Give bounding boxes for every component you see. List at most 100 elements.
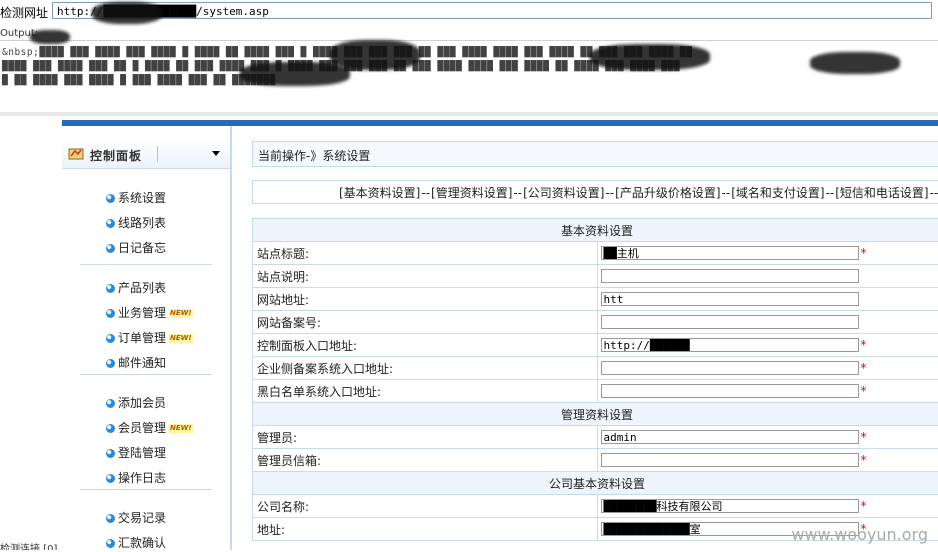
text-field[interactable] xyxy=(601,384,859,398)
control-panel-icon xyxy=(68,146,84,160)
sidebar-item-label: 日记备忘 xyxy=(118,241,166,255)
field-cell: * xyxy=(597,380,938,403)
required-marker: * xyxy=(861,338,867,352)
new-badge: NEW! xyxy=(169,334,193,343)
form-row: 网站备案号: xyxy=(253,311,938,334)
menu-group-divider xyxy=(80,489,212,490)
sidebar-item[interactable]: 系统设置 xyxy=(106,189,166,207)
tab-separator: -- xyxy=(722,186,731,200)
settings-tab[interactable]: [域名和支付设置] xyxy=(731,186,824,200)
field-label: 站点标题: xyxy=(253,242,598,265)
field-label: 黑白名单系统入口地址: xyxy=(253,380,598,403)
field-label: 网站地址: xyxy=(253,288,598,311)
required-marker: * xyxy=(861,453,867,467)
field-cell: http://██████* xyxy=(597,334,938,357)
form-row: 网站地址:htt xyxy=(253,288,938,311)
sidebar-item-label: 操作日志 xyxy=(118,471,166,485)
redaction-mark xyxy=(30,30,70,44)
form-row: 站点说明: xyxy=(253,265,938,288)
bullet-icon xyxy=(106,194,115,203)
tab-separator: -- xyxy=(826,186,835,200)
sidebar-item-label: 登陆管理 xyxy=(118,446,166,460)
bullet-icon xyxy=(106,244,115,253)
bullet-icon xyxy=(106,284,115,293)
text-field[interactable] xyxy=(601,453,859,467)
form-row: 控制面板入口地址:http://██████* xyxy=(253,334,938,357)
bullet-icon xyxy=(106,309,115,318)
settings-tabs: [基本资料设置]--[管理资料设置]--[公司资料设置]--[产品升级价格设置]… xyxy=(252,180,938,204)
text-field[interactable] xyxy=(601,269,859,283)
field-cell: * xyxy=(597,357,938,380)
sidebar-item[interactable]: 操作日志 xyxy=(106,469,166,487)
field-cell: admin* xyxy=(597,426,938,449)
text-field[interactable]: ████████科技有限公司 xyxy=(601,499,859,513)
detector-toolbar: 检测网址 http://██████████████/system.asp Ou… xyxy=(0,0,938,112)
control-panel-header[interactable]: 控制面板 xyxy=(62,140,230,169)
url-label: 检测网址 xyxy=(0,4,48,21)
redaction-mark xyxy=(810,52,900,74)
menu-group-divider xyxy=(80,264,212,265)
field-label: 站点说明: xyxy=(253,265,598,288)
settings-tab[interactable]: [基本资料设置] xyxy=(339,186,420,200)
sidebar-item-label: 线路列表 xyxy=(118,216,166,230)
text-field[interactable]: htt xyxy=(601,292,859,306)
sidebar-item-label: 系统设置 xyxy=(118,191,166,205)
sidebar-item[interactable]: 添加会员 xyxy=(106,394,166,412)
sidebar-item[interactable]: 邮件通知 xyxy=(106,354,166,372)
section-header-row: 基本资料设置 xyxy=(253,219,938,242)
sidebar: 控制面板 系统设置线路列表日记备忘产品列表业务管理NEW!订单管理NEW!邮件通… xyxy=(62,126,232,550)
section-title: 管理资料设置 xyxy=(253,403,938,426)
section-title: 公司基本资料设置 xyxy=(253,472,938,495)
text-field[interactable] xyxy=(601,315,859,329)
text-field[interactable]: ██主机 xyxy=(601,246,859,260)
output-area[interactable]: &nbsp;████ ███ ████ ███ ████ █ ████ ██ █… xyxy=(0,40,938,111)
required-marker: * xyxy=(861,430,867,444)
text-field[interactable]: http://██████ xyxy=(601,338,859,352)
settings-tab[interactable]: [短信和电话设置] xyxy=(835,186,928,200)
settings-tab[interactable]: [公司资料设置] xyxy=(523,186,604,200)
sidebar-item[interactable]: 订单管理NEW! xyxy=(106,329,193,347)
settings-tabs-list: [基本资料设置]--[管理资料设置]--[公司资料设置]--[产品升级价格设置]… xyxy=(339,184,938,201)
control-panel-title: 控制面板 xyxy=(90,147,142,164)
field-cell: ████████科技有限公司* xyxy=(597,495,938,518)
sidebar-item[interactable]: 登陆管理 xyxy=(106,444,166,462)
form-row: 管理员信箱: * xyxy=(253,449,938,472)
sidebar-item-label: 添加会员 xyxy=(118,396,166,410)
sidebar-item-label: 订单管理 xyxy=(118,331,166,345)
redaction-mark xyxy=(92,2,162,24)
form-row: 企业侧备案系统入口地址:* xyxy=(253,357,938,380)
sidebar-item-label: 业务管理 xyxy=(118,306,166,320)
required-marker: * xyxy=(861,499,867,513)
required-marker: * xyxy=(861,246,867,260)
tab-separator: -- xyxy=(421,186,430,200)
field-cell xyxy=(597,311,938,334)
settings-tab[interactable]: [管理资料设置] xyxy=(431,186,512,200)
settings-tab[interactable]: [产品升级价格设置] xyxy=(615,186,720,200)
panel-divider xyxy=(157,146,158,162)
sidebar-item-label: 交易记录 xyxy=(118,511,166,525)
sidebar-item[interactable]: 产品列表 xyxy=(106,279,166,297)
status-text: 检测连接 [0] xyxy=(0,540,210,550)
sidebar-item[interactable]: 业务管理NEW! xyxy=(106,304,193,322)
chevron-down-icon[interactable] xyxy=(212,151,220,156)
sidebar-item[interactable]: 会员管理NEW! xyxy=(106,419,193,437)
breadcrumb-text: 当前操作-》系统设置 xyxy=(258,147,370,164)
sidebar-item[interactable]: 日记备忘 xyxy=(106,239,166,257)
tab-separator: -- xyxy=(513,186,522,200)
text-field[interactable]: admin xyxy=(601,430,859,444)
toolbar-separator xyxy=(0,112,938,116)
url-input[interactable]: http://██████████████/system.asp xyxy=(52,2,932,19)
sidebar-item-label: 会员管理 xyxy=(118,421,166,435)
text-field[interactable] xyxy=(601,361,859,375)
new-badge: NEW! xyxy=(169,309,193,318)
required-marker: * xyxy=(861,361,867,375)
field-label: 管理员信箱: xyxy=(253,449,598,472)
sidebar-item[interactable]: 线路列表 xyxy=(106,214,166,232)
redaction-mark xyxy=(590,44,710,70)
sidebar-item-label: 邮件通知 xyxy=(118,356,166,370)
bullet-icon xyxy=(106,334,115,343)
redaction-mark xyxy=(330,40,420,70)
sidebar-item[interactable]: 交易记录 xyxy=(106,509,166,527)
required-marker: * xyxy=(861,384,867,398)
field-cell: htt xyxy=(597,288,938,311)
